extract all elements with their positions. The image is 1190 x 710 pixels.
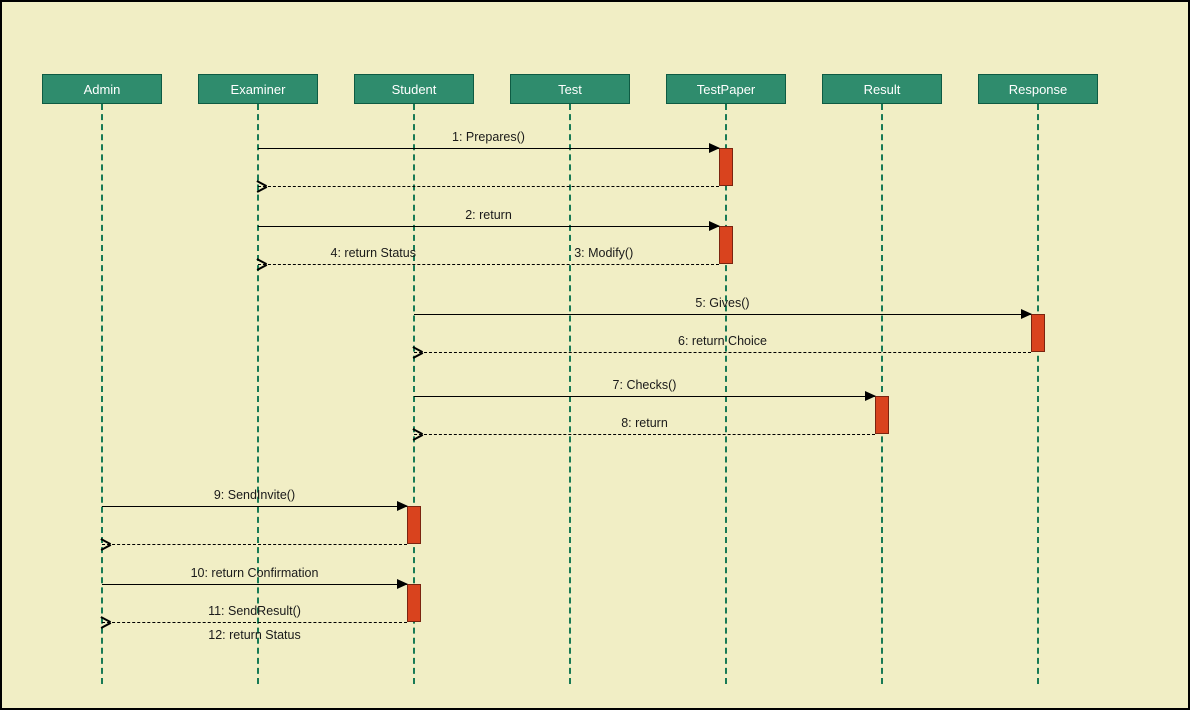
arrow-right-icon (1021, 309, 1032, 319)
actor-label: Admin (84, 82, 121, 97)
actor-label: Student (392, 82, 437, 97)
lifeline-admin (101, 104, 103, 684)
msg-label: 5: Gives() (414, 296, 1031, 310)
actor-test: Test (510, 74, 630, 104)
arrow-left-icon (413, 428, 423, 440)
msg-label: 11: SendResult() (102, 604, 407, 618)
actor-label: Examiner (231, 82, 286, 97)
actor-label: Test (558, 82, 582, 97)
msg-label: 7: Checks() (414, 378, 875, 392)
msg-label: 6: return Choice (414, 334, 1031, 348)
msg-label: 10: return Confirmation (102, 566, 407, 580)
actor-student: Student (354, 74, 474, 104)
msg-label: 3: Modify() (489, 246, 720, 260)
activation (719, 148, 733, 186)
msg-label: 1: Prepares() (258, 130, 719, 144)
msg-gives: 5: Gives() (414, 314, 1031, 315)
msg-sendinvite: 9: SendInvite() (102, 506, 407, 507)
msg-label: 9: SendInvite() (102, 488, 407, 502)
msg-return-blank (102, 544, 407, 545)
actor-admin: Admin (42, 74, 162, 104)
actor-result: Result (822, 74, 942, 104)
msg-label: 12: return Status (102, 628, 407, 642)
msg-modify-return: 3: Modify() 4: return Status (258, 264, 719, 265)
activation (1031, 314, 1045, 352)
msg-checks: 7: Checks() (414, 396, 875, 397)
lifeline-test (569, 104, 571, 684)
arrow-left-icon (101, 616, 111, 628)
msg-label: 8: return (414, 416, 875, 430)
actor-label: Result (864, 82, 901, 97)
activation (407, 584, 421, 622)
arrow-right-icon (397, 579, 408, 589)
arrow-right-icon (709, 143, 720, 153)
msg-prepares: 1: Prepares() (258, 148, 719, 149)
actor-examiner: Examiner (198, 74, 318, 104)
msg-label: 4: return Status (258, 246, 489, 260)
lifeline-response (1037, 104, 1039, 684)
lifeline-result (881, 104, 883, 684)
actor-label: Response (1009, 82, 1068, 97)
sequence-diagram: Admin Examiner Student Test TestPaper Re… (0, 0, 1190, 710)
arrow-right-icon (709, 221, 720, 231)
msg-return-2: 2: return (258, 226, 719, 227)
msg-sendresult: 11: SendResult() 12: return Status (102, 622, 407, 623)
msg-label: 2: return (258, 208, 719, 222)
activation (875, 396, 889, 434)
actor-testpaper: TestPaper (666, 74, 786, 104)
arrow-right-icon (865, 391, 876, 401)
actor-label: TestPaper (697, 82, 756, 97)
msg-return-8: 8: return (414, 434, 875, 435)
activation (719, 226, 733, 264)
arrow-left-icon (413, 346, 423, 358)
msg-return (258, 186, 719, 187)
activation (407, 506, 421, 544)
arrow-left-icon (257, 258, 267, 270)
lifeline-testpaper (725, 104, 727, 684)
arrow-left-icon (101, 538, 111, 550)
arrow-left-icon (257, 180, 267, 192)
msg-return-confirmation: 10: return Confirmation (102, 584, 407, 585)
arrow-right-icon (397, 501, 408, 511)
msg-return-choice: 6: return Choice (414, 352, 1031, 353)
actor-response: Response (978, 74, 1098, 104)
